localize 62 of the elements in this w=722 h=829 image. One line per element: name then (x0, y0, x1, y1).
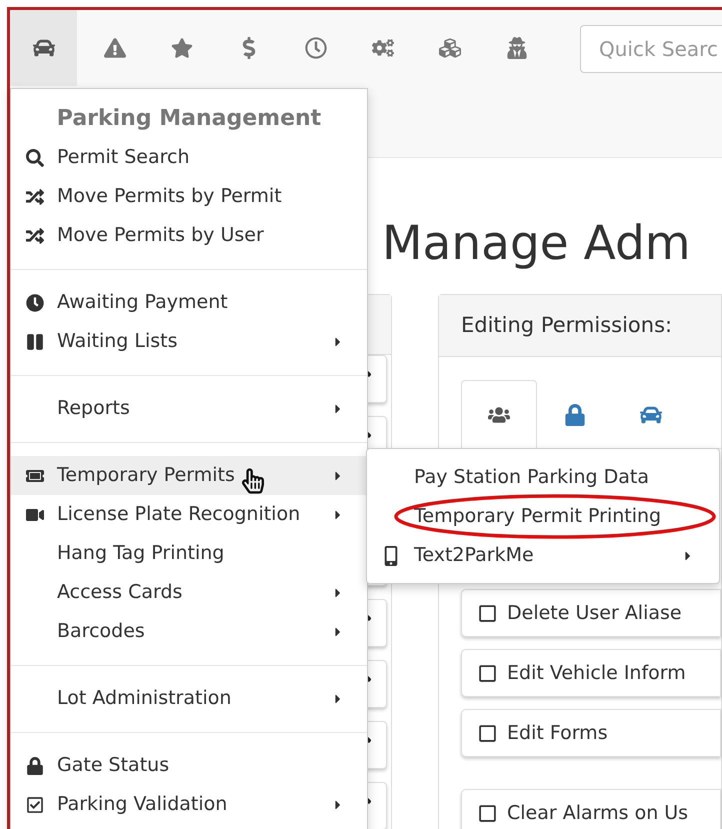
pointer-cursor-icon (242, 468, 264, 494)
menu-item-label: Move Permits by Permit (57, 184, 282, 210)
search-icon (26, 148, 44, 166)
menu-item-label: Reports (57, 396, 130, 422)
quick-search-field[interactable]: Quick Searc (580, 25, 722, 73)
menu-item[interactable]: Gate Status (11, 746, 367, 785)
shuffle-icon (26, 188, 44, 206)
submenu-item[interactable]: Temporary Permit Printing (367, 497, 719, 536)
clock-icon (304, 37, 326, 59)
menu-item[interactable]: Parking Validation (11, 785, 367, 824)
star-icon (170, 37, 192, 59)
menu-item-label: Access Cards (57, 580, 182, 606)
clock-icon (26, 294, 44, 312)
menu-item-label: Temporary Permits (57, 463, 235, 488)
submenu-item-label: Text2ParkMe (414, 543, 534, 568)
page-title: Manage Adm (382, 216, 691, 271)
spy-icon (506, 37, 528, 59)
menu-item-label: Waiting Lists (57, 329, 178, 354)
menu-item-label: Hang Tag Printing (57, 541, 224, 566)
permission-toggle[interactable]: Edit Vehicle Inform (461, 649, 721, 697)
settings-icon (372, 37, 394, 59)
nav-tab[interactable] (10, 10, 77, 86)
menu-item-label: Move Permits by User (57, 223, 264, 248)
panel-title: Editing Permissions: (461, 312, 672, 339)
submenu-item[interactable]: Pay Station Parking Data (367, 458, 719, 497)
permission-toggle[interactable]: Edit Forms (461, 709, 721, 757)
menu-item[interactable]: Permit Search (11, 138, 367, 177)
menu-item[interactable]: Move Permits by User (11, 216, 367, 255)
menu-item-label: Parking Validation (57, 792, 228, 818)
menu-item[interactable]: Access Cards (11, 573, 367, 612)
menu-item[interactable]: Move Permits by Permit (11, 177, 367, 216)
shuffle-icon (26, 226, 44, 244)
car-icon (32, 37, 54, 59)
menu-title: Parking Management (56, 105, 322, 133)
menu-item[interactable]: License Plate Recognition (11, 495, 367, 534)
permission-toggle[interactable]: Delete User Aliase (461, 589, 721, 637)
permission-tab[interactable] (461, 380, 537, 450)
menu-item-label: Gate Status (57, 753, 170, 778)
cubes-icon (438, 37, 460, 59)
lock-icon (564, 404, 586, 426)
pause-icon (26, 332, 44, 350)
menu-item[interactable]: Awaiting Payment (11, 283, 367, 322)
permission-toggle[interactable]: Clear Alarms on Us (461, 789, 721, 829)
menu-item[interactable]: Temporary Permits (11, 456, 367, 495)
menu-item-label: Barcodes (57, 619, 145, 644)
menu-item[interactable]: Hang Tag Printing (11, 534, 367, 573)
submenu-item-label: Temporary Permit Printing (414, 504, 662, 530)
menu-item-label: Lot Administration (57, 686, 232, 712)
menu-item-label: Awaiting Payment (57, 290, 228, 316)
menu-item[interactable]: Lot Administration (11, 679, 367, 718)
phone-icon (383, 546, 399, 566)
menu-item[interactable]: Barcodes (11, 612, 367, 651)
submenu-item[interactable]: Text2ParkMe (367, 536, 719, 575)
checkbox-icon (26, 796, 44, 814)
lock-icon (26, 756, 44, 774)
car-icon (640, 404, 662, 426)
submenu-item-label: Pay Station Parking Data (414, 465, 649, 490)
warning-icon (104, 37, 126, 59)
menu-item[interactable]: Reports (11, 389, 367, 428)
menu-item-label: Permit Search (57, 145, 190, 170)
menu-item[interactable]: Waiting Lists (11, 322, 367, 361)
menu-item-label: License Plate Recognition (57, 502, 300, 528)
